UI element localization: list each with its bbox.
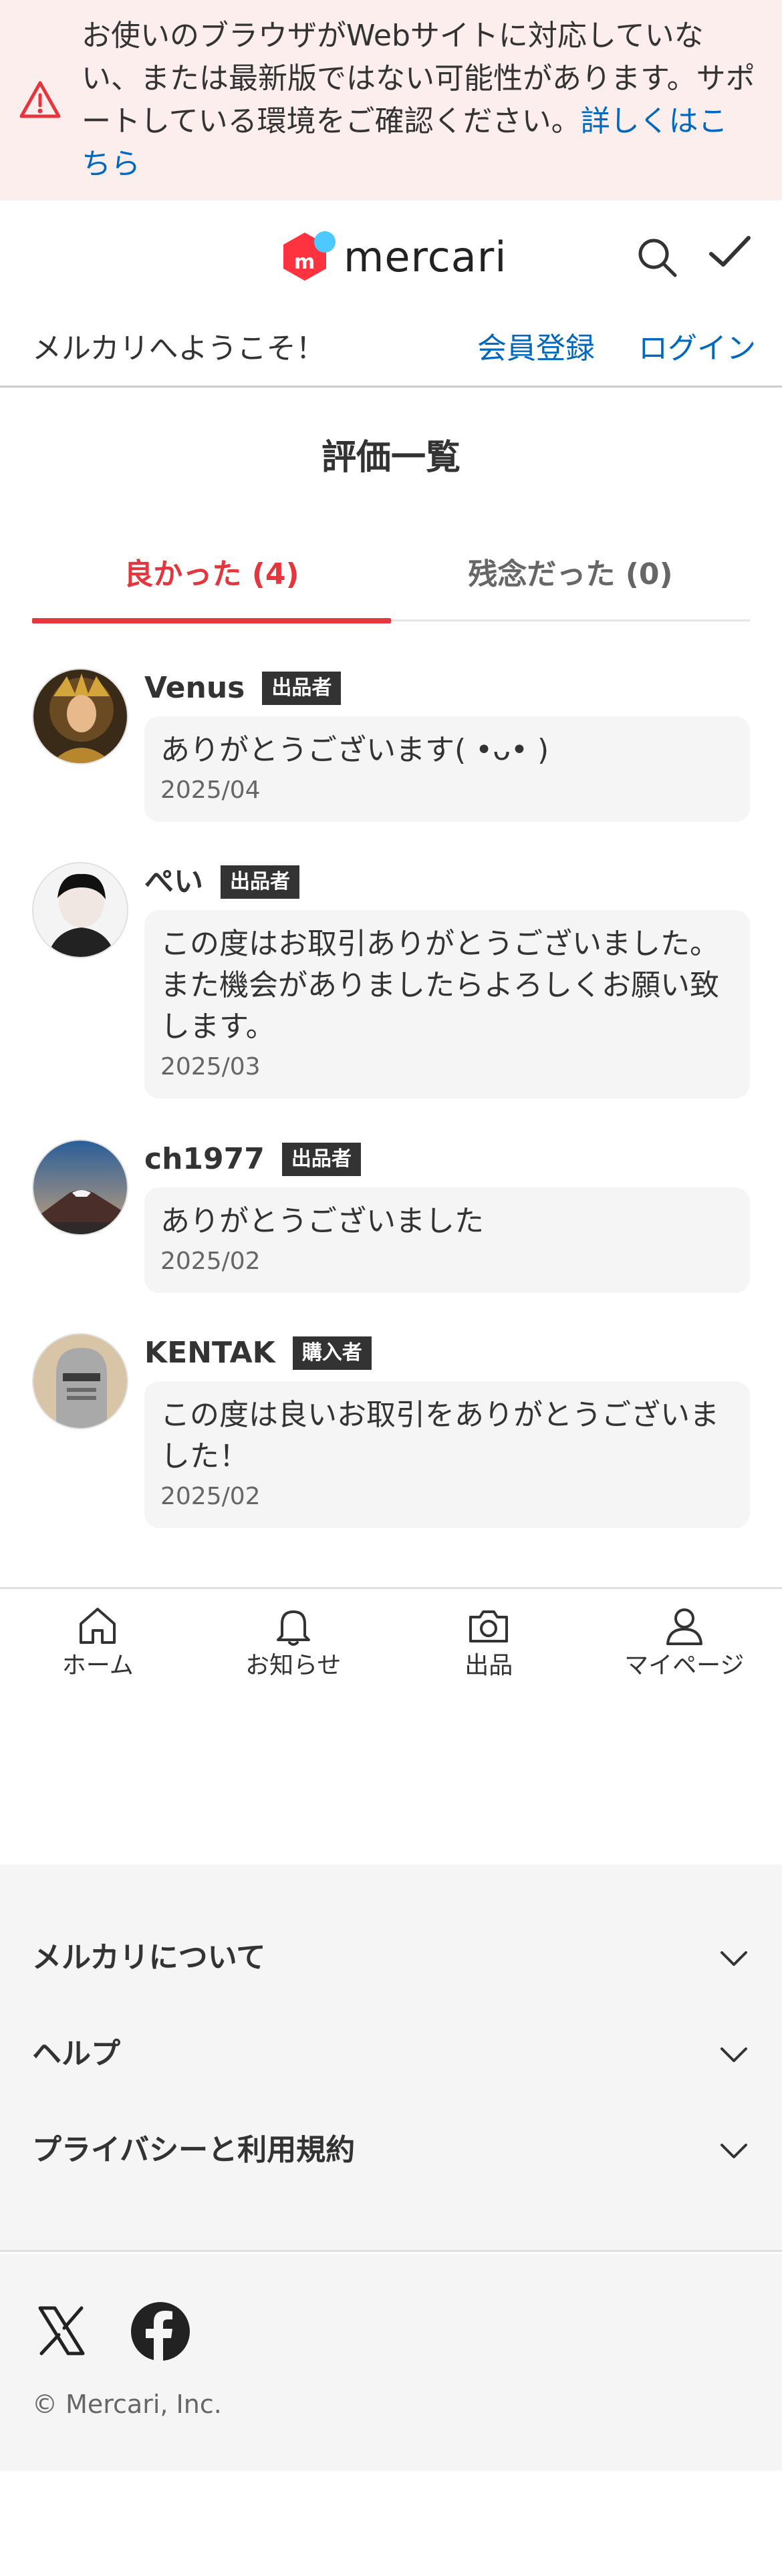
review-bubble: この度は良いお取引をありがとうございました！ 2025/02 bbox=[144, 1381, 750, 1528]
welcome-row: メルカリへようこそ！ 会員登録 ログイン bbox=[0, 314, 782, 388]
signup-link[interactable]: 会員登録 bbox=[477, 329, 595, 369]
review-date: 2025/03 bbox=[160, 1053, 261, 1081]
review-item: ぺい 出品者 この度はお取引ありがとうございました。また機会がありましたらよろし… bbox=[32, 862, 750, 1109]
role-badge: 出品者 bbox=[281, 1143, 361, 1176]
nav-label: お知らせ bbox=[245, 1652, 342, 1679]
review-date: 2025/02 bbox=[160, 1248, 261, 1275]
nav-mypage[interactable]: マイページ bbox=[587, 1589, 782, 1694]
nav-sell[interactable]: 出品 bbox=[391, 1589, 587, 1694]
footer-section-label: ヘルプ bbox=[32, 2037, 120, 2071]
footer-section-help[interactable]: ヘルプ bbox=[32, 2027, 750, 2081]
banner-message: お使いのブラウザがWebサイトに対応していない、または最新版ではない可能性があり… bbox=[82, 15, 755, 186]
facebook-icon[interactable] bbox=[130, 2301, 191, 2362]
chevron-down-icon bbox=[721, 2047, 747, 2062]
nav-label: マイページ bbox=[624, 1652, 745, 1679]
checklist-icon[interactable] bbox=[707, 233, 753, 273]
review-comment: ありがとうございました bbox=[160, 1204, 484, 1238]
review-date: 2025/02 bbox=[160, 1483, 261, 1510]
tab-bad[interactable]: 残念だった (0) bbox=[391, 548, 750, 621]
review-comment: ありがとうございます( •ᴗ• ) bbox=[160, 733, 549, 767]
home-icon bbox=[80, 1608, 116, 1644]
reviewer-name[interactable]: KENTAK bbox=[144, 1333, 275, 1373]
welcome-text: メルカリへようこそ！ bbox=[32, 331, 325, 366]
review-bubble: ありがとうございました 2025/02 bbox=[144, 1187, 750, 1293]
footer-section-label: プライバシーと利用規約 bbox=[32, 2133, 356, 2167]
avatar-image bbox=[33, 670, 127, 763]
footer-bottom: © Mercari, Inc. bbox=[0, 2254, 782, 2471]
review-header: Venus 出品者 bbox=[144, 668, 342, 708]
reviewer-name[interactable]: Venus bbox=[144, 668, 245, 708]
review-date: 2025/04 bbox=[160, 776, 261, 804]
avatar-image bbox=[33, 1334, 127, 1428]
review-item: KENTAK 購入者 この度は良いお取引をありがとうございました！ 2025/0… bbox=[32, 1333, 750, 1540]
role-badge: 購入者 bbox=[292, 1336, 372, 1370]
review-header: ch1977 出品者 bbox=[144, 1139, 361, 1179]
role-badge: 出品者 bbox=[262, 672, 342, 705]
bottom-navigation: ホーム お知らせ 出品 マイページ bbox=[0, 1587, 782, 1694]
nav-label: 出品 bbox=[465, 1652, 513, 1679]
avatar[interactable] bbox=[32, 1333, 128, 1429]
review-item: Venus 出品者 ありがとうございます( •ᴗ• ) 2025/04 bbox=[32, 668, 750, 832]
x-icon[interactable] bbox=[35, 2304, 88, 2357]
avatar-image bbox=[33, 863, 127, 957]
review-bubble: この度はお取引ありがとうございました。また機会がありましたらよろしくお願い致しま… bbox=[144, 910, 750, 1099]
avatar[interactable] bbox=[32, 862, 128, 958]
nav-label: ホーム bbox=[61, 1652, 134, 1679]
logo-text: mercari bbox=[344, 233, 507, 281]
person-icon bbox=[666, 1608, 702, 1645]
browser-warning-banner: お使いのブラウザがWebサイトに対応していない、または最新版ではない可能性があり… bbox=[0, 0, 782, 200]
review-header: ぺい 出品者 bbox=[144, 862, 299, 902]
avatar-image bbox=[33, 1141, 127, 1234]
svg-text:m: m bbox=[294, 251, 315, 274]
chevron-down-icon bbox=[721, 1951, 747, 1966]
role-badge: 出品者 bbox=[221, 865, 299, 899]
review-comment: この度は良いお取引をありがとうございました！ bbox=[160, 1398, 719, 1473]
copyright: © Mercari, Inc. bbox=[32, 2390, 222, 2419]
review-item: ch1977 出品者 ありがとうございました 2025/02 bbox=[32, 1139, 750, 1303]
footer-accordion: メルカリについて ヘルプ プライバシーと利用規約 bbox=[0, 1864, 782, 2252]
avatar[interactable] bbox=[32, 668, 128, 764]
review-header: KENTAK 購入者 bbox=[144, 1333, 372, 1373]
footer-section-about[interactable]: メルカリについて bbox=[32, 1931, 750, 1985]
tab-good[interactable]: 良かった (4) bbox=[32, 548, 391, 623]
camera-icon bbox=[469, 1610, 509, 1642]
review-comment: この度はお取引ありがとうございました。また機会がありましたらよろしくお願い致しま… bbox=[160, 927, 719, 1044]
footer-section-privacy[interactable]: プライバシーと利用規約 bbox=[32, 2124, 750, 2177]
mercari-logo[interactable]: m mercari bbox=[278, 227, 507, 287]
login-link[interactable]: ログイン bbox=[638, 329, 756, 369]
mercari-logo-mark: m bbox=[283, 231, 336, 281]
bell-icon bbox=[276, 1610, 310, 1646]
page-title: 評価一覧 bbox=[321, 438, 461, 478]
review-bubble: ありがとうございます( •ᴗ• ) 2025/04 bbox=[144, 716, 750, 822]
reviewer-name[interactable]: ch1977 bbox=[144, 1139, 265, 1179]
footer-section-label: メルカリについて bbox=[32, 1941, 266, 1975]
nav-home[interactable]: ホーム bbox=[0, 1589, 196, 1694]
warning-icon bbox=[19, 81, 61, 118]
nav-notifications[interactable]: お知らせ bbox=[196, 1589, 392, 1694]
review-tabs: 良かった (4) 残念だった (0) bbox=[32, 548, 750, 623]
chevron-down-icon bbox=[721, 2144, 747, 2158]
reviewer-name[interactable]: ぺい bbox=[144, 862, 203, 902]
search-icon[interactable] bbox=[635, 235, 679, 279]
avatar[interactable] bbox=[32, 1139, 128, 1236]
